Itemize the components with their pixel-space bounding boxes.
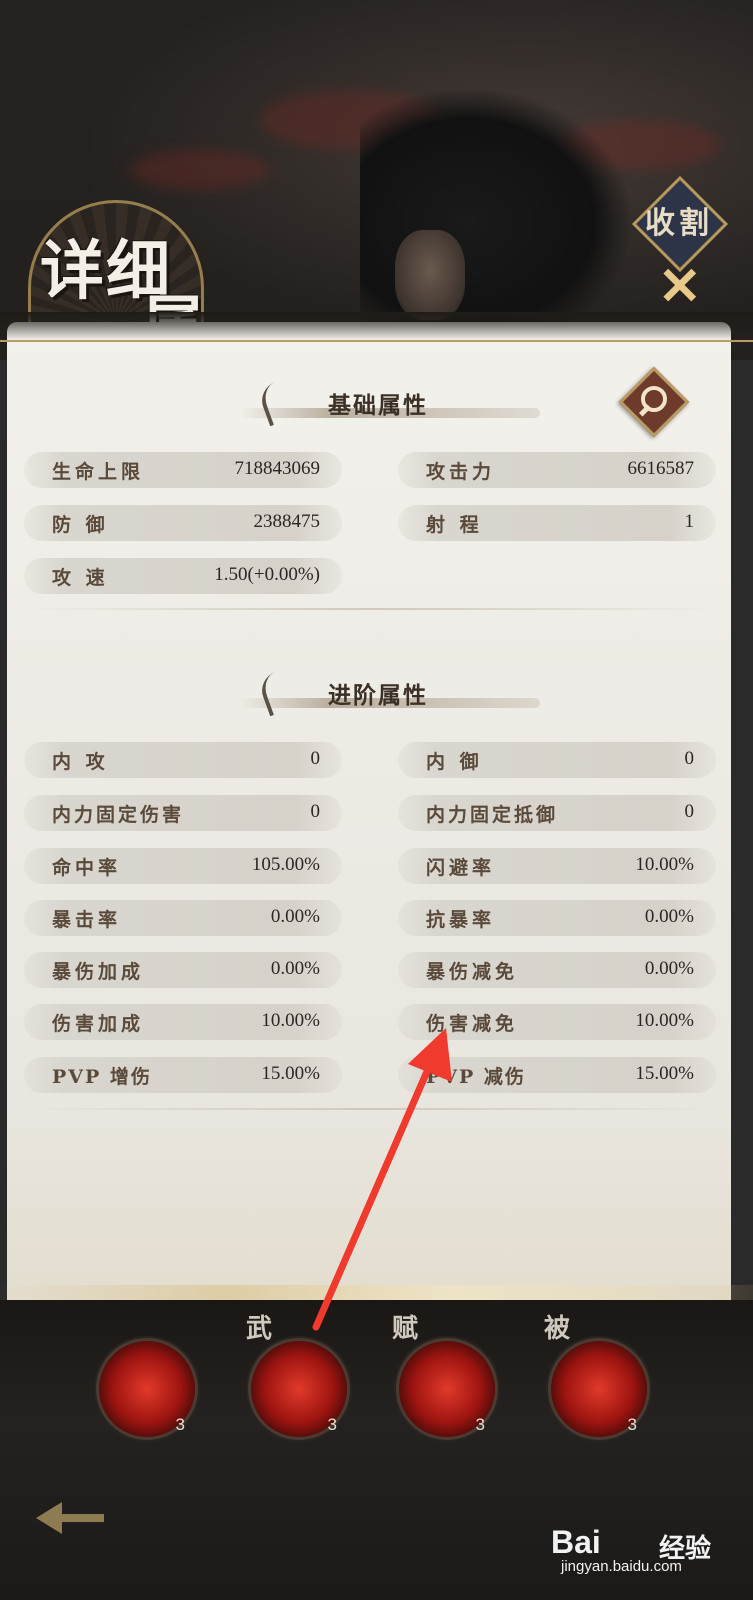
annotation-arrow-shaft [312,1056,436,1331]
annotation-arrow-head [408,1028,452,1082]
annotation-arrow [312,1028,452,1331]
